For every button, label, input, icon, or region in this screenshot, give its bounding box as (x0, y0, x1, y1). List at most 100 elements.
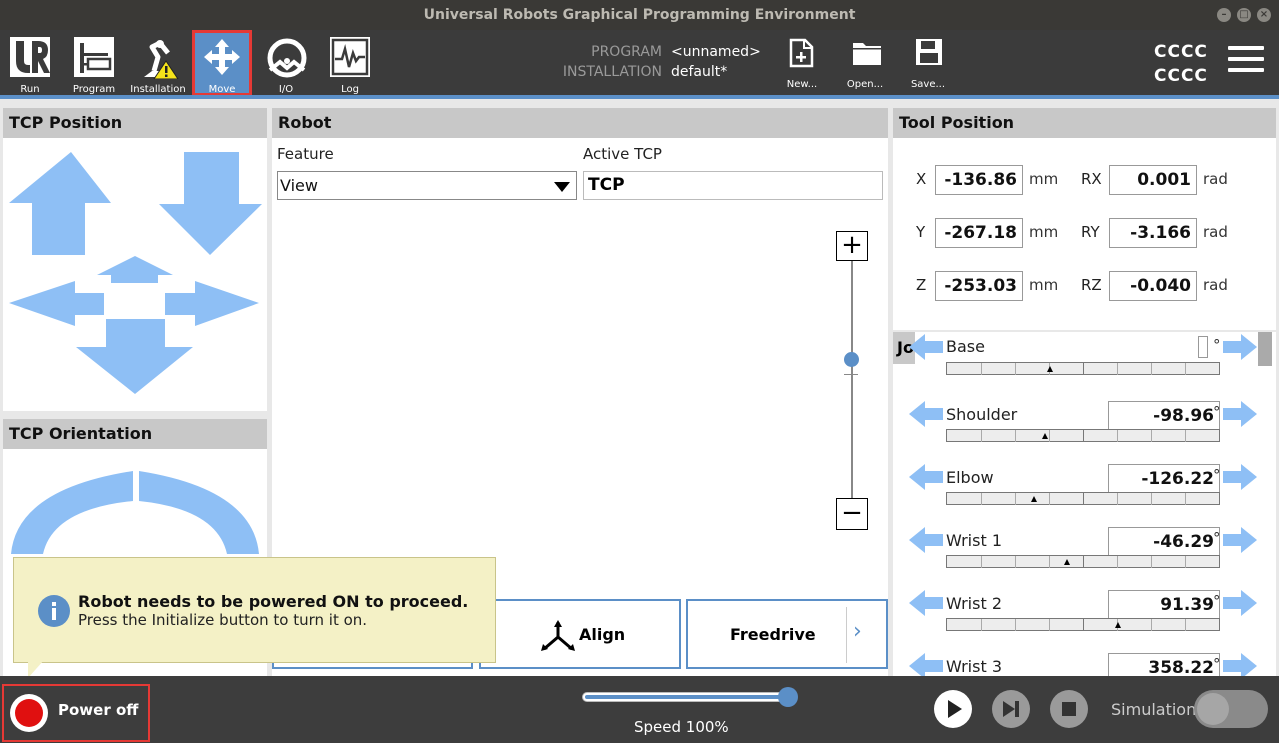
info-icon (38, 595, 70, 627)
joint-degree-unit: ° (1213, 466, 1221, 484)
open-file-label: Open... (846, 79, 884, 90)
joint-row: Elbow -126.22 ° (893, 458, 1258, 518)
step-icon (1003, 701, 1015, 717)
nav-program-button[interactable]: Program (64, 30, 124, 96)
close-window-button[interactable]: × (1257, 8, 1271, 22)
zoom-out-button[interactable]: − (836, 498, 868, 530)
speed-label: Speed 100% (634, 718, 729, 736)
joint-decrease-arrow-icon[interactable] (909, 527, 943, 553)
zoom-in-button[interactable]: + (836, 231, 868, 261)
window-titlebar: Universal Robots Graphical Programming E… (0, 0, 1279, 30)
zoom-slider-handle[interactable] (844, 352, 859, 367)
power-status-icon (10, 694, 48, 732)
log-waveform-icon (330, 37, 370, 77)
joint-degree-unit: ° (1213, 403, 1221, 421)
minimize-window-button[interactable]: – (1217, 8, 1231, 22)
stop-button[interactable] (1050, 690, 1088, 728)
speed-slider-handle[interactable] (778, 687, 798, 707)
nav-log-button[interactable]: Log (320, 30, 380, 96)
joint-row: Shoulder -98.96 ° (893, 395, 1258, 455)
joint-row: Wrist 3 358.22 ° (893, 647, 1258, 676)
joint-position-marker (1031, 496, 1038, 502)
nav-run-button[interactable]: Run (0, 30, 60, 96)
toast-body: Press the Initialize button to turn it o… (78, 611, 368, 629)
program-name-value: <unnamed> (671, 44, 761, 60)
move-forward-arrow-icon (97, 256, 173, 283)
joint-degree-unit: ° (1213, 336, 1221, 354)
joint-position-marker (1115, 622, 1122, 628)
nav-move-button[interactable]: Move (192, 30, 252, 96)
nav-io-label: I/O (278, 84, 294, 95)
open-file-button[interactable]: Open... (838, 30, 892, 96)
tcp-position-arrows (9, 152, 262, 394)
x-label: X (916, 170, 927, 188)
joint-position-marker (1041, 433, 1048, 439)
x-value-field[interactable]: -136.86 (935, 165, 1023, 195)
play-button[interactable] (934, 690, 972, 728)
align-label: Align (579, 625, 626, 644)
align-button[interactable]: Align (479, 599, 681, 669)
active-tcp-label: Active TCP (583, 145, 662, 163)
joint-increase-arrow-icon[interactable] (1223, 653, 1257, 676)
joint-increase-arrow-icon[interactable] (1223, 334, 1257, 360)
nav-io-button[interactable]: I/O (256, 30, 316, 96)
joint-decrease-arrow-icon[interactable] (909, 590, 943, 616)
step-button[interactable] (992, 690, 1030, 728)
joint-decrease-arrow-icon[interactable] (909, 401, 943, 427)
move-right-arrow-icon (165, 281, 259, 326)
bottom-status-bar: Power off Speed 100% Simulation (0, 676, 1279, 743)
robot-arm-warning-icon (144, 40, 179, 79)
joint-range-slider (946, 362, 1220, 375)
robot-id-line-1: CCCC (1154, 42, 1208, 62)
y-value-field[interactable]: -267.18 (935, 218, 1023, 248)
joint-increase-arrow-icon[interactable] (1223, 527, 1257, 553)
save-file-button[interactable]: Save... (901, 30, 955, 96)
joint-increase-arrow-icon[interactable] (1223, 590, 1257, 616)
rx-value-field[interactable]: 0.001 (1109, 165, 1197, 195)
joint-degree-unit: ° (1213, 655, 1221, 673)
nav-installation-label: Installation (130, 84, 186, 95)
joint-increase-arrow-icon[interactable] (1223, 401, 1257, 427)
rx-unit: rad (1203, 170, 1228, 188)
rz-unit: rad (1203, 276, 1228, 294)
new-file-icon (789, 38, 814, 68)
ry-value-field[interactable]: -3.166 (1109, 218, 1197, 248)
tcp-position-title: TCP Position (3, 108, 267, 138)
program-tree-icon (74, 37, 114, 77)
rz-value-field[interactable]: -0.040 (1109, 271, 1197, 301)
z-value-field[interactable]: -253.03 (935, 271, 1023, 301)
nav-installation-button[interactable]: Installation (128, 30, 188, 96)
hamburger-menu-icon[interactable] (1228, 46, 1264, 76)
align-axes-icon (541, 620, 575, 651)
save-file-label: Save... (910, 79, 946, 90)
rotate-right-arrow-icon (139, 471, 259, 554)
move-backward-arrow-icon (76, 319, 193, 394)
joint-range-slider (946, 492, 1220, 505)
move-up-arrow-icon (9, 152, 111, 255)
new-file-button[interactable]: New... (775, 30, 829, 96)
new-file-label: New... (786, 79, 818, 90)
joint-value-field[interactable]: 358.22 (1108, 653, 1220, 676)
maximize-window-button[interactable]: □ (1237, 8, 1251, 22)
joint-increase-arrow-icon[interactable] (1223, 464, 1257, 490)
joint-range-slider (946, 555, 1220, 568)
joint-decrease-arrow-icon[interactable] (909, 334, 943, 360)
joint-decrease-arrow-icon[interactable] (909, 464, 943, 490)
joint-value-field[interactable]: -46.29 (1108, 527, 1220, 557)
speed-slider-track[interactable] (582, 692, 792, 702)
tcp-orientation-title: TCP Orientation (3, 419, 267, 449)
joint-value-field[interactable]: -126.22 (1108, 464, 1220, 494)
feature-select[interactable]: View (277, 171, 577, 200)
power-off-button[interactable]: Power off (2, 684, 150, 742)
joint-value-field[interactable]: -98.96 (1108, 401, 1220, 431)
joint-decrease-arrow-icon[interactable] (909, 653, 943, 676)
window-title: Universal Robots Graphical Programming E… (423, 7, 856, 23)
move-left-arrow-icon (9, 281, 104, 326)
joints-scrollbar[interactable] (1258, 332, 1272, 366)
joint-value-field[interactable] (1198, 336, 1208, 358)
joint-range-slider (946, 429, 1220, 442)
joint-value-field[interactable]: 91.39 (1108, 590, 1220, 620)
simulation-toggle[interactable] (1194, 690, 1268, 728)
joint-position-panel: Jo Base ° Shoulder -98.96 ° Elbow -126.22 ° Wris… (893, 332, 1276, 676)
freedrive-button[interactable]: Freedrive › (686, 599, 888, 669)
